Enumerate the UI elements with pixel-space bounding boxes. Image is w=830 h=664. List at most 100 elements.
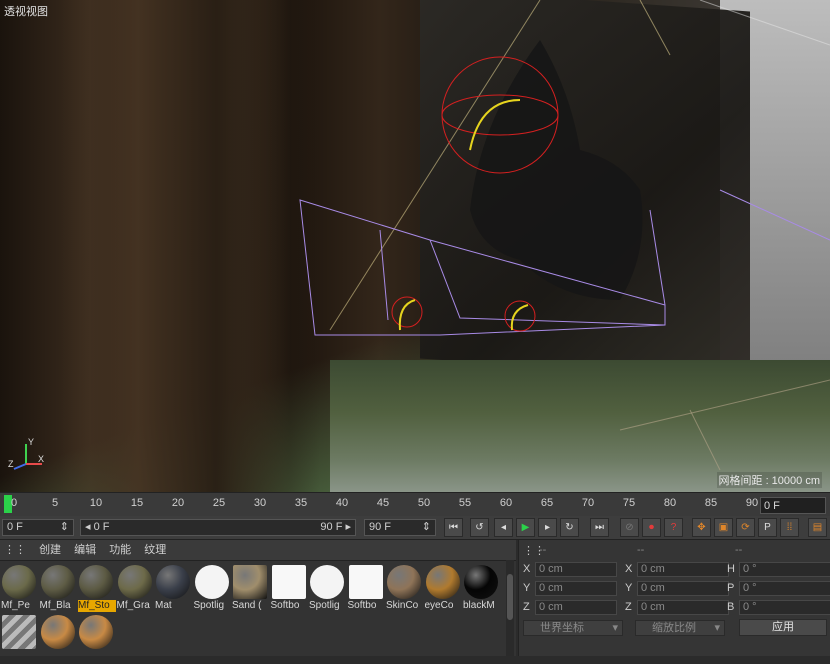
scale-mode-dropdown[interactable]: 缩放比例 ▾ [635,620,725,636]
material-preview-icon [348,565,383,599]
material-preview-icon [40,565,75,599]
material-swatch[interactable]: Mf_Gra [117,564,153,614]
position-value-field[interactable]: 0 cm [535,562,617,577]
size-value-field[interactable]: 0 cm [637,600,729,615]
frame-range-slider[interactable]: ◂ 0 F 90 F ▸ [80,519,356,536]
axis-gizmo-icon: Y X Z [8,437,44,470]
timeline-tick-label: 25 [212,497,226,509]
prev-key-button[interactable]: ↺ [470,518,489,537]
timeline-menu-button[interactable]: ▤ [808,518,827,537]
material-swatch[interactable]: Spotlig [194,564,230,614]
keyframe-lock-button[interactable]: ⊘ [620,518,639,537]
timeline-tick-label: 15 [130,497,144,509]
menu-texture[interactable]: 纹理 [144,544,166,556]
timeline-tick-label: 70 [581,497,595,509]
timeline-tick-label: 50 [417,497,431,509]
size-value-field[interactable]: 0 cm [637,562,729,577]
material-swatch[interactable] [78,614,114,664]
play-forward-button[interactable]: ▶ [516,518,535,537]
coord-system-dropdown[interactable]: 世界坐标 ▾ [523,620,623,636]
material-swatch[interactable]: Mf_Sto [78,564,116,614]
material-preview-icon [310,565,344,599]
material-name-label: Mf_Pe [1,600,30,611]
timeline-tick-label: 45 [376,497,390,509]
material-name-label: Softbo [270,600,300,611]
timeline-tick-label: 5 [51,497,59,509]
coordinates-manager: ⋮⋮ -- -- -- X0 cm X 0 cm H 0 ° Y 0 cm Y 0 cm P 0 °… [518,540,830,656]
material-name-label: Softbo [347,600,377,611]
stepper-icon: ⇕ [59,521,69,533]
rotation-value-field[interactable]: 0 ° [739,581,830,596]
timeline-tick-label: 80 [663,497,677,509]
material-swatch[interactable]: Spotlig [309,564,345,614]
apply-button[interactable]: 应用 [739,619,827,636]
menu-edit[interactable]: 编辑 [74,544,96,556]
material-name-label: Mf_Gra [116,600,150,611]
material-swatch[interactable]: Mf_Bla [40,564,76,614]
rotation-value-field[interactable]: 0 ° [739,600,830,615]
chevron-down-icon: ▾ [612,622,618,634]
material-scrollbar[interactable] [506,560,514,656]
pla-key-button[interactable]: ⁞⁞ [780,518,799,537]
material-name-label: Mf_Bla [39,600,71,611]
material-name-label: Mat [155,600,172,611]
timeline-tick-label: 85 [704,497,718,509]
record-button[interactable]: ⏺ [642,518,661,537]
size-value-field[interactable]: 0 cm [637,581,729,596]
move-key-button[interactable]: ✥ [692,518,711,537]
menu-create[interactable]: 创建 [39,544,61,556]
material-swatch[interactable] [40,614,76,664]
scale-key-button[interactable]: ▣ [714,518,733,537]
material-swatch[interactable]: eyeCo [425,564,461,614]
timeline-tick-label: 60 [499,497,513,509]
menu-function[interactable]: 功能 [109,544,131,556]
position-axis-label: Y [523,582,531,594]
material-preview-icon [2,565,36,599]
current-frame-field[interactable]: 0 F [760,497,826,514]
rotate-key-button[interactable]: ⟳ [736,518,755,537]
material-preview-icon [425,565,460,599]
material-name-label: Sand ( [232,600,262,611]
position-value-field[interactable]: 0 cm [535,581,617,596]
axis-z-label: Z [8,459,14,469]
material-name-label: eyeCo [424,600,454,611]
position-axis-label: X [523,563,531,575]
timeline-tick-label: 40 [335,497,349,509]
go-to-start-button[interactable]: ⏮ [444,518,463,537]
timeline-ruler[interactable]: 0 5 10 15 20 25 30 35 40 45 50 55 60 65 70 75 80 85 90 [0,492,830,517]
start-frame-field[interactable]: 0 F ⇕ [2,519,74,536]
material-swatch[interactable]: Sand ( [232,564,268,614]
material-name-label: Mf_Sto [78,600,116,612]
material-preview-icon [233,565,267,599]
material-preview-icon [194,565,229,599]
scrollbar-thumb[interactable] [507,574,513,620]
material-preview-icon [79,615,113,649]
position-value-field[interactable]: 0 cm [535,600,617,615]
next-frame-button[interactable]: ▸ [538,518,557,537]
material-swatch[interactable]: blackM [463,564,499,614]
material-name-label: SkinCo [386,600,419,611]
autokey-button[interactable]: ? [664,518,683,537]
material-swatch[interactable]: Softbo [271,564,307,614]
position-header: -- [539,544,547,556]
timeline-tick-label: 20 [171,497,185,509]
material-preview-icon [117,565,152,599]
material-swatch[interactable]: Softbo [348,564,384,614]
material-swatch[interactable]: SkinCo [386,564,422,614]
material-preview-icon [387,565,421,599]
prev-frame-button[interactable]: ◂ [494,518,513,537]
end-frame-field[interactable]: 90 F ⇕ [364,519,436,536]
next-key-button[interactable]: ↻ [560,518,579,537]
go-to-end-button[interactable]: ⏭ [590,518,609,537]
viewport-overlay-wireframes [299,0,830,471]
material-swatch[interactable]: Mf_Pe [1,564,37,614]
rotation-axis-label: B [727,601,735,613]
perspective-viewport[interactable]: 透视视图 Y X Z 网格间距 : 10000 cm [0,0,830,492]
param-key-button[interactable]: P [758,518,777,537]
material-swatch[interactable] [1,614,37,664]
material-swatch[interactable]: Mat [155,564,191,614]
rotation-value-field[interactable]: 0 ° [739,562,830,577]
material-preview-icon [156,565,190,599]
size-header: -- [637,544,645,556]
viewport-title[interactable]: 透视视图 [4,3,48,19]
